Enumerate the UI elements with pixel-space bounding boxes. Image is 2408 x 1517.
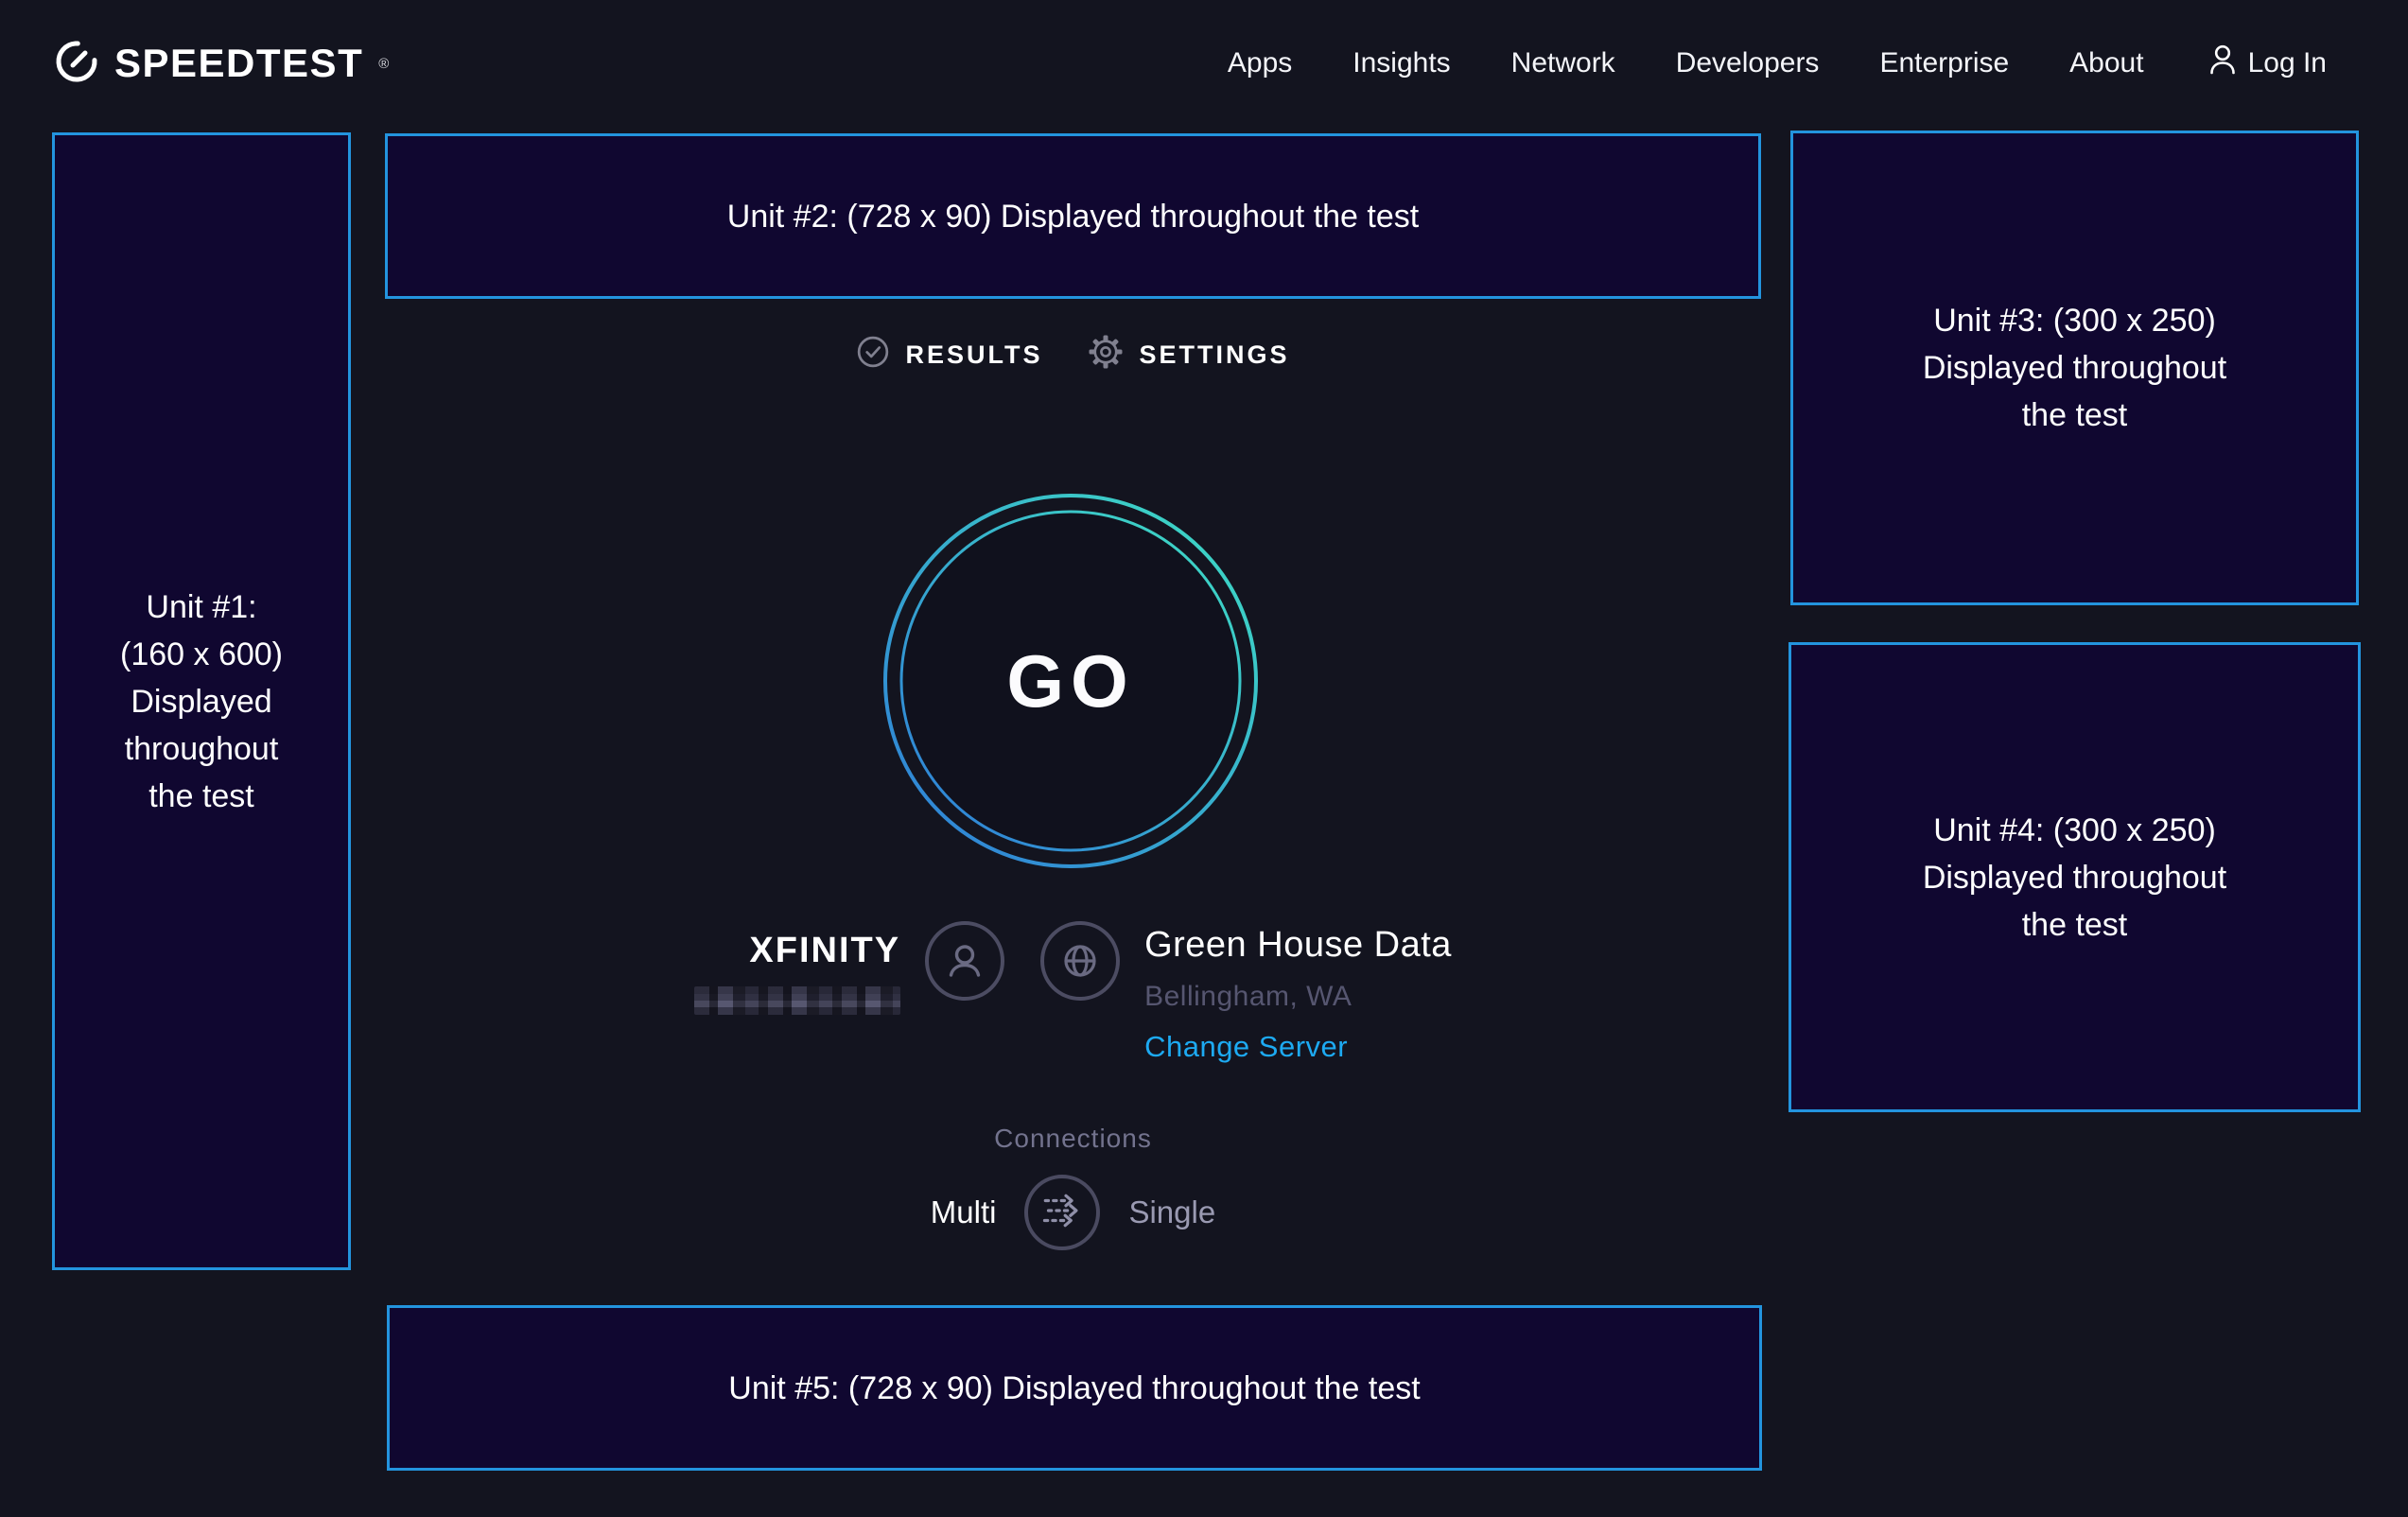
connections-multi-option[interactable]: Multi (931, 1194, 997, 1230)
ad-text-line: the test (148, 773, 254, 820)
ad-text-line: Displayed (131, 678, 271, 725)
ad-text-line: the test (2022, 901, 2128, 949)
ad-text-line: Displayed throughout (1923, 854, 2226, 901)
isp-user-icon[interactable] (925, 921, 1004, 1001)
ad-text-line: Unit #5: (728 x 90) Displayed throughout… (728, 1365, 1420, 1412)
multi-arrows-icon (1035, 1183, 1090, 1243)
connection-info-row: XFINITY Green House Data Belling (385, 919, 1761, 1064)
ip-address-redacted (694, 986, 900, 1015)
connections-toggle-row: Multi Single (931, 1175, 1215, 1250)
user-icon (2208, 44, 2237, 83)
ad-text-line: the test (2022, 392, 2128, 439)
tab-settings-label: SETTINGS (1140, 340, 1290, 370)
nav-item-apps[interactable]: Apps (1228, 47, 1292, 79)
logo-wordmark: SPEEDTEST (114, 41, 363, 86)
tab-settings[interactable]: SETTINGS (1087, 333, 1290, 377)
tab-results-label: RESULTS (905, 340, 1042, 370)
ad-text-line: throughout (125, 725, 279, 773)
connections-label: Connections (994, 1124, 1152, 1154)
logo-trademark: ® (378, 56, 389, 72)
login-label: Log In (2248, 47, 2327, 79)
go-button[interactable]: GO (872, 482, 1269, 880)
speedometer-icon (52, 37, 101, 91)
ad-unit-5-banner-bottom[interactable]: Unit #5: (728 x 90) Displayed throughout… (387, 1305, 1762, 1471)
host-info: XFINITY (694, 919, 1004, 1064)
nav-item-enterprise[interactable]: Enterprise (1879, 47, 2009, 79)
change-server-link[interactable]: Change Server (1144, 1030, 1452, 1064)
server-name: Green House Data (1144, 925, 1452, 966)
nav-item-developers[interactable]: Developers (1676, 47, 1820, 79)
nav-item-network[interactable]: Network (1511, 47, 1615, 79)
ad-text-line: Unit #2: (728 x 90) Displayed throughout… (727, 193, 1419, 240)
gear-icon (1087, 333, 1125, 377)
header: SPEEDTEST ® Apps Insights Network Develop… (52, 0, 2327, 127)
ad-unit-4-rectangle[interactable]: Unit #4: (300 x 250) Displayed throughou… (1789, 642, 2361, 1112)
speedtest-page: SPEEDTEST ® Apps Insights Network Develop… (0, 0, 2408, 1517)
go-label: GO (872, 482, 1269, 880)
tabs-bar: RESULTS (385, 333, 1761, 377)
server-text: Green House Data Bellingham, WA Change S… (1144, 919, 1452, 1064)
nav-item-about[interactable]: About (2069, 47, 2143, 79)
check-circle-icon (856, 335, 890, 375)
server-info: Green House Data Bellingham, WA Change S… (1040, 919, 1452, 1064)
connections-section: Connections Multi (385, 1124, 1761, 1250)
globe-icon[interactable] (1040, 921, 1120, 1001)
connections-toggle[interactable] (1024, 1175, 1100, 1250)
host-text: XFINITY (694, 919, 900, 1015)
ad-text-line: Unit #4: (300 x 250) (1933, 807, 2216, 854)
ad-text-line: Displayed throughout (1923, 344, 2226, 392)
nav-item-insights[interactable]: Insights (1352, 47, 1450, 79)
ad-unit-1-skyscraper[interactable]: Unit #1: (160 x 600) Displayed throughou… (52, 132, 351, 1270)
ad-unit-3-rectangle[interactable]: Unit #3: (300 x 250) Displayed throughou… (1790, 131, 2359, 605)
isp-name: XFINITY (694, 931, 900, 971)
main-nav: Apps Insights Network Developers Enterpr… (1228, 44, 2327, 83)
connections-single-option[interactable]: Single (1128, 1194, 1215, 1230)
login-button[interactable]: Log In (2208, 44, 2327, 83)
ad-text-line: (160 x 600) (120, 631, 283, 678)
ad-text-line: Unit #1: (146, 584, 256, 631)
ad-text-line: Unit #3: (300 x 250) (1933, 297, 2216, 344)
tab-results[interactable]: RESULTS (856, 335, 1042, 375)
speedtest-logo[interactable]: SPEEDTEST ® (52, 37, 389, 91)
ad-unit-2-banner-top[interactable]: Unit #2: (728 x 90) Displayed throughout… (385, 133, 1761, 299)
server-location: Bellingham, WA (1144, 981, 1452, 1013)
